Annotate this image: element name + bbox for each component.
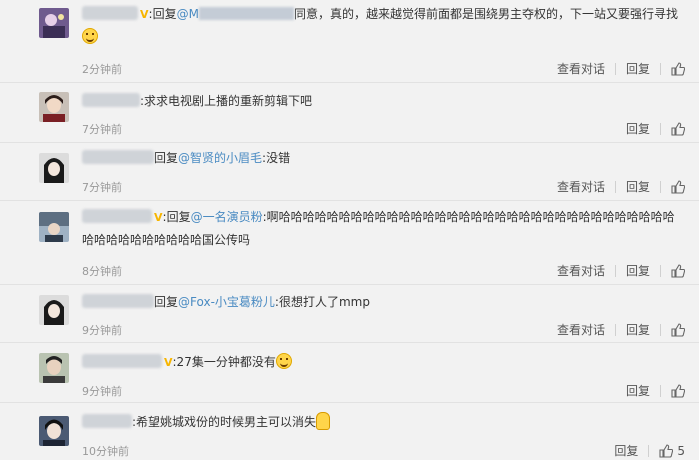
comment-item: 回复@智贤的小眉毛:没错 7分钟前 查看对话 回复: [0, 142, 699, 201]
reply-button[interactable]: 回复: [626, 262, 650, 279]
vip-badge-icon: V: [164, 356, 173, 369]
divider: [614, 180, 616, 193]
divider: [660, 122, 661, 135]
comment-actions: 查看对话 回复: [557, 60, 685, 77]
reply-button[interactable]: 回复: [626, 120, 650, 137]
username-blurred[interactable]: [82, 209, 152, 223]
view-conversation-link[interactable]: 查看对话: [557, 321, 605, 338]
comment-text: V:27集一分钟都没有: [82, 351, 685, 374]
divider: [648, 444, 650, 457]
view-conversation-link[interactable]: 查看对话: [557, 178, 605, 195]
comment-text: 回复@智贤的小眉毛:没错: [82, 147, 685, 169]
comment-actions: 查看对话 回复: [557, 321, 685, 338]
comment-body: :27集一分钟都没有: [172, 355, 276, 369]
comment-text: :希望姚城戏份的时候男主可以消失: [82, 411, 685, 433]
comment-actions: 回复 5: [614, 442, 685, 459]
view-conversation-link[interactable]: 查看对话: [557, 262, 605, 279]
thumbs-up-icon[interactable]: [671, 121, 685, 136]
yeah-hand-emoji-icon: [316, 412, 331, 430]
comment-body: 同意，真的，越来越觉得前面都是围绕男主夺权的，下一站又要强行寻找: [293, 7, 678, 21]
divider: [660, 180, 661, 193]
divider: [660, 62, 661, 75]
avatar[interactable]: [39, 353, 69, 383]
comment-time: 9分钟前: [82, 385, 122, 398]
divider: [660, 264, 661, 277]
username-blurred[interactable]: [82, 354, 162, 368]
comment-item: :求求电视剧上播的重新剪辑下吧 7分钟前 回复: [0, 82, 699, 143]
vip-badge-icon: V: [140, 8, 149, 21]
avatar[interactable]: [39, 153, 69, 183]
mention-link[interactable]: @Fox-小宝葛粉儿: [178, 295, 275, 309]
reply-button[interactable]: 回复: [626, 60, 650, 77]
thumbs-up-icon[interactable]: [671, 263, 685, 278]
avatar[interactable]: [39, 92, 69, 122]
reply-label: 回复: [152, 7, 177, 21]
comment-body: 求求电视剧上播的重新剪辑下吧: [144, 94, 313, 108]
mention-link[interactable]: @智贤的小眉毛: [178, 151, 262, 165]
comment-item: 回复@Fox-小宝葛粉儿:很想打人了mmp 9分钟前 查看对话 回复: [0, 284, 699, 343]
reply-button[interactable]: 回复: [626, 321, 650, 338]
comment-text: V:回复@M 同意，真的，越来越觉得前面都是围绕男主夺权的，下一站又要强行寻找: [82, 3, 685, 48]
divider: [614, 264, 616, 277]
vip-badge-icon: V: [154, 211, 163, 224]
reply-button[interactable]: 回复: [614, 442, 638, 459]
thumbs-up-icon[interactable]: [671, 322, 685, 337]
view-conversation-link[interactable]: 查看对话: [557, 60, 605, 77]
reply-button[interactable]: 回复: [626, 178, 650, 195]
comment-item: V:27集一分钟都没有 9分钟前 回复: [0, 342, 699, 403]
comment-item: V:回复@M 同意，真的，越来越觉得前面都是围绕男主夺权的，下一站又要强行寻找 2…: [0, 0, 699, 83]
mention-blurred: [198, 7, 294, 20]
reply-button[interactable]: 回复: [626, 382, 650, 399]
thumbs-up-icon[interactable]: [671, 383, 685, 398]
comment-actions: 回复: [626, 382, 685, 399]
comment-item: V:回复@一名演员粉:啊哈哈哈哈哈哈哈哈哈哈哈哈哈哈哈哈哈哈哈哈哈哈哈哈哈哈哈哈…: [0, 200, 699, 285]
username-blurred[interactable]: [82, 414, 132, 428]
comment-item: :希望姚城戏份的时候男主可以消失 10分钟前 回复 5: [0, 402, 699, 460]
username-blurred[interactable]: [82, 6, 138, 20]
smile-emoji-icon: [275, 353, 292, 369]
mention-link[interactable]: @M: [177, 7, 199, 21]
comment-actions: 查看对话 回复: [557, 178, 685, 195]
divider: [660, 384, 661, 397]
username-blurred[interactable]: [82, 93, 140, 107]
thumbs-up-icon[interactable]: [659, 443, 674, 458]
thumbs-up-icon[interactable]: [671, 61, 685, 76]
comment-actions: 回复: [626, 120, 685, 137]
reply-label: 回复: [166, 210, 191, 224]
like-count: 5: [677, 443, 685, 458]
divider: [614, 323, 616, 336]
comment-time: 7分钟前: [82, 123, 122, 136]
comment-time: 10分钟前: [82, 445, 129, 458]
avatar[interactable]: [39, 416, 69, 446]
comment-text: :求求电视剧上播的重新剪辑下吧: [82, 90, 685, 112]
comment-time: 8分钟前: [82, 265, 122, 278]
comment-body: 没错: [266, 151, 291, 165]
username-blurred[interactable]: [82, 150, 154, 164]
comment-time: 2分钟前: [82, 63, 122, 76]
username-blurred[interactable]: [82, 294, 154, 308]
comment-body: 希望姚城戏份的时候男主可以消失: [136, 415, 317, 429]
comment-time: 7分钟前: [82, 181, 122, 194]
comment-text: 回复@Fox-小宝葛粉儿:很想打人了mmp: [82, 291, 685, 313]
avatar[interactable]: [39, 212, 69, 242]
avatar[interactable]: [39, 8, 69, 38]
reply-label: 回复: [154, 151, 179, 165]
divider: [614, 62, 616, 75]
comment-time: 9分钟前: [82, 324, 122, 337]
mention-link[interactable]: @一名演员粉: [191, 210, 263, 224]
smile-emoji-icon: [82, 28, 98, 44]
thumbs-up-icon[interactable]: [671, 179, 685, 194]
comment-list: V:回复@M 同意，真的，越来越觉得前面都是围绕男主夺权的，下一站又要强行寻找 2…: [0, 0, 699, 460]
divider: [660, 323, 661, 336]
comment-text: V:回复@一名演员粉:啊哈哈哈哈哈哈哈哈哈哈哈哈哈哈哈哈哈哈哈哈哈哈哈哈哈哈哈哈…: [82, 209, 675, 247]
reply-label: 回复: [154, 295, 179, 309]
comment-actions: 查看对话 回复: [557, 262, 685, 279]
comment-body: :很想打人了mmp: [274, 295, 370, 309]
avatar[interactable]: [39, 295, 69, 325]
